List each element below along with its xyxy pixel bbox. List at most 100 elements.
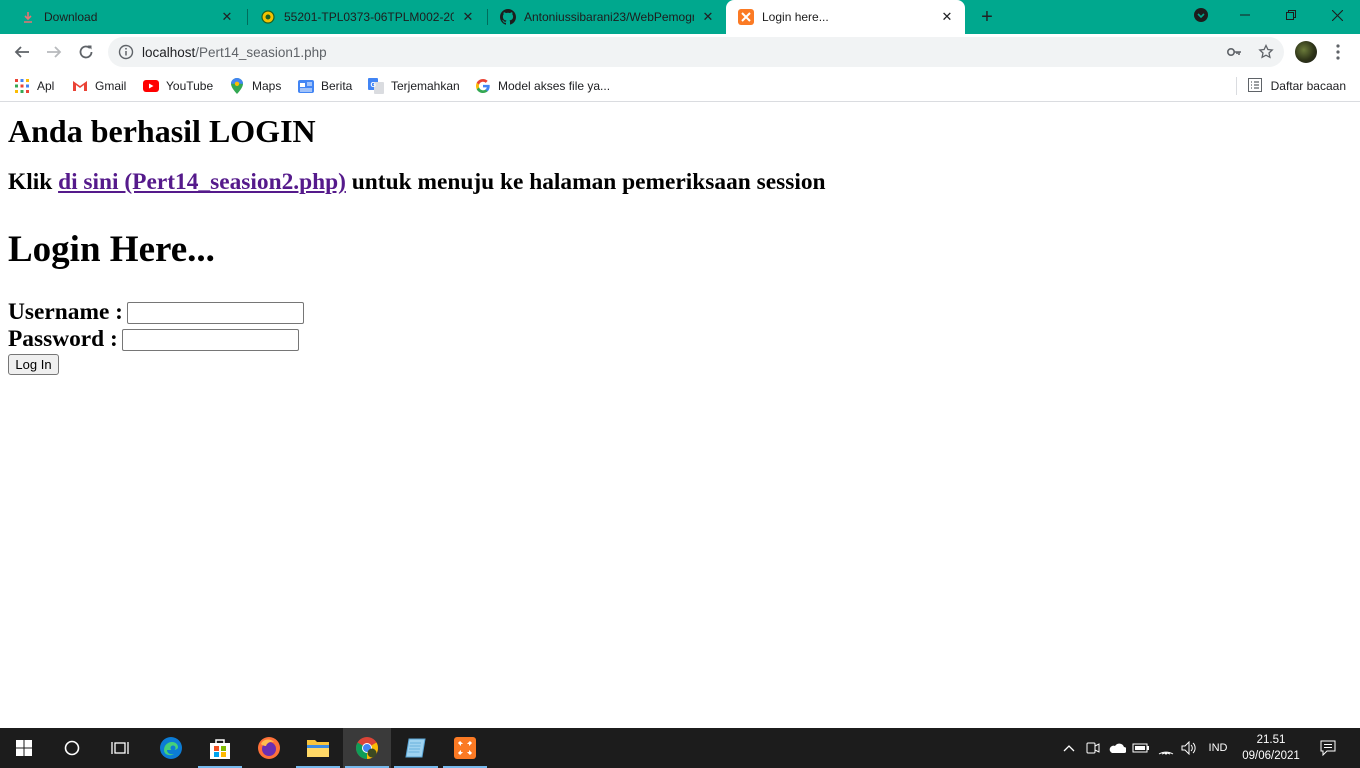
- login-button[interactable]: Log In: [8, 354, 59, 375]
- login-heading: Login Here...: [8, 229, 215, 270]
- profile-avatar[interactable]: [1295, 41, 1317, 63]
- restore-button[interactable]: [1268, 0, 1314, 30]
- username-input[interactable]: [126, 301, 304, 324]
- translate-icon: G: [368, 78, 384, 94]
- youtube-icon: [143, 78, 159, 94]
- tab-strip: Download ✕ 55201-TPL0373-06TPLM002-2020.…: [0, 0, 1360, 34]
- apps-grid-icon: [14, 78, 30, 94]
- bookmark-maps[interactable]: Maps: [229, 76, 281, 96]
- bookmark-terjemahkan[interactable]: G Terjemahkan: [368, 76, 460, 96]
- volume-icon[interactable]: [1178, 728, 1200, 768]
- language-indicator[interactable]: IND: [1203, 728, 1233, 768]
- battery-icon[interactable]: [1130, 728, 1152, 768]
- reload-icon: [79, 45, 93, 59]
- bookmark-berita[interactable]: Berita: [298, 76, 352, 96]
- menu-button[interactable]: [1330, 42, 1346, 62]
- tab-title: Antoniussibarani23/WebPemogra...: [524, 10, 694, 24]
- info-icon[interactable]: [118, 44, 134, 60]
- search-circle-icon[interactable]: [48, 728, 96, 768]
- store-icon[interactable]: [196, 728, 244, 768]
- kebab-menu-icon: [1336, 44, 1340, 60]
- password-label: Password :: [8, 326, 118, 352]
- browser-toolbar: localhost/Pert14_seasion1.php: [0, 34, 1360, 70]
- restore-icon: [1286, 10, 1296, 20]
- close-window-button[interactable]: [1314, 0, 1360, 30]
- bookmark-label: Maps: [252, 79, 282, 93]
- minimize-icon: [1240, 14, 1250, 16]
- clock-date: 09/06/2021: [1242, 750, 1300, 762]
- close-icon[interactable]: ✕: [219, 9, 235, 25]
- success-heading: Anda berhasil LOGIN: [8, 113, 316, 149]
- chevron-up-icon[interactable]: [1060, 728, 1078, 768]
- page-content: Anda berhasil LOGIN Klik di sini (Pert14…: [0, 103, 1360, 728]
- news-icon: [298, 78, 314, 94]
- bookmarks-bar: Apl Gmail YouTube Maps Berita G Terjemah…: [0, 70, 1360, 102]
- bookmark-model-akses[interactable]: Model akses file ya...: [475, 76, 610, 96]
- back-button[interactable]: [8, 38, 36, 66]
- password-input[interactable]: [121, 328, 299, 351]
- tab-title: Download: [44, 10, 98, 24]
- gmail-icon: [72, 78, 88, 94]
- clock[interactable]: 21.51 09/06/2021: [1236, 732, 1306, 764]
- tab-title: Login here...: [762, 10, 829, 24]
- star-icon[interactable]: [1258, 44, 1274, 60]
- github-icon: [500, 9, 516, 25]
- windows-taskbar: IND 21.51 09/06/2021: [0, 728, 1360, 768]
- notification-icon[interactable]: [1316, 728, 1340, 768]
- address-bar[interactable]: localhost/Pert14_seasion1.php: [108, 37, 1284, 67]
- reading-list-icon: [1247, 78, 1264, 94]
- xampp-icon[interactable]: [441, 728, 489, 768]
- reload-button[interactable]: [72, 38, 100, 66]
- bookmark-label: Apl: [37, 79, 55, 93]
- username-label: Username :: [8, 299, 123, 325]
- close-icon: [1331, 9, 1343, 21]
- bookmark-youtube[interactable]: YouTube: [143, 76, 213, 96]
- bookmark-label: Gmail: [95, 79, 127, 93]
- bookmark-label: Berita: [321, 79, 353, 93]
- university-icon: [260, 9, 276, 25]
- file-explorer-icon[interactable]: [294, 728, 342, 768]
- key-icon[interactable]: [1226, 44, 1242, 60]
- url-path: /Pert14_seasion1.php: [195, 45, 327, 60]
- tab-course[interactable]: 55201-TPL0373-06TPLM002-2020... ✕: [248, 0, 486, 34]
- windows-start-icon[interactable]: [0, 728, 48, 768]
- reading-list-button[interactable]: Daftar bacaan: [1235, 76, 1346, 96]
- maps-pin-icon: [229, 78, 245, 94]
- svg-text:G: G: [371, 82, 377, 89]
- close-icon[interactable]: ✕: [460, 9, 476, 25]
- new-tab-button[interactable]: +: [975, 5, 999, 29]
- bookmark-label: Terjemahkan: [391, 79, 460, 93]
- tab-title: 55201-TPL0373-06TPLM002-2020...: [284, 10, 454, 24]
- session2-link[interactable]: di sini (Pert14_seasion2.php): [58, 169, 346, 195]
- session-link-line: Klik di sini (Pert14_seasion2.php) untuk…: [8, 169, 826, 196]
- minimize-button[interactable]: [1222, 0, 1268, 30]
- tab-download[interactable]: Download ✕: [8, 0, 245, 34]
- url-host: localhost: [142, 45, 196, 60]
- close-icon[interactable]: ✕: [700, 9, 716, 25]
- wifi-icon[interactable]: [1155, 728, 1177, 768]
- download-icon: [20, 9, 36, 25]
- reading-list-label: Daftar bacaan: [1270, 79, 1346, 93]
- xampp-icon: [738, 9, 754, 25]
- url-text[interactable]: localhost/Pert14_seasion1.php: [142, 45, 327, 60]
- tab-github[interactable]: Antoniussibarani23/WebPemogra... ✕: [488, 0, 726, 34]
- password-row: Password :: [8, 326, 299, 353]
- tab-login[interactable]: Login here... ✕: [726, 0, 965, 34]
- chrome-icon[interactable]: [343, 728, 391, 768]
- notepad-icon[interactable]: [392, 728, 440, 768]
- clock-time: 21.51: [1256, 734, 1286, 746]
- tab-search-button[interactable]: [1178, 0, 1224, 30]
- close-icon[interactable]: ✕: [939, 9, 955, 25]
- arrow-left-icon: [14, 46, 29, 58]
- bookmark-apps[interactable]: Apl: [14, 76, 54, 96]
- edge-icon[interactable]: [147, 728, 195, 768]
- forward-button[interactable]: [40, 38, 68, 66]
- klik-prefix: Klik: [8, 169, 59, 195]
- firefox-icon[interactable]: [245, 728, 293, 768]
- arrow-right-icon: [47, 46, 62, 58]
- meet-now-icon[interactable]: [1083, 728, 1103, 768]
- bookmark-label: YouTube: [166, 79, 214, 93]
- task-view-icon[interactable]: [96, 728, 144, 768]
- bookmark-gmail[interactable]: Gmail: [72, 76, 126, 96]
- onedrive-icon[interactable]: [1106, 728, 1128, 768]
